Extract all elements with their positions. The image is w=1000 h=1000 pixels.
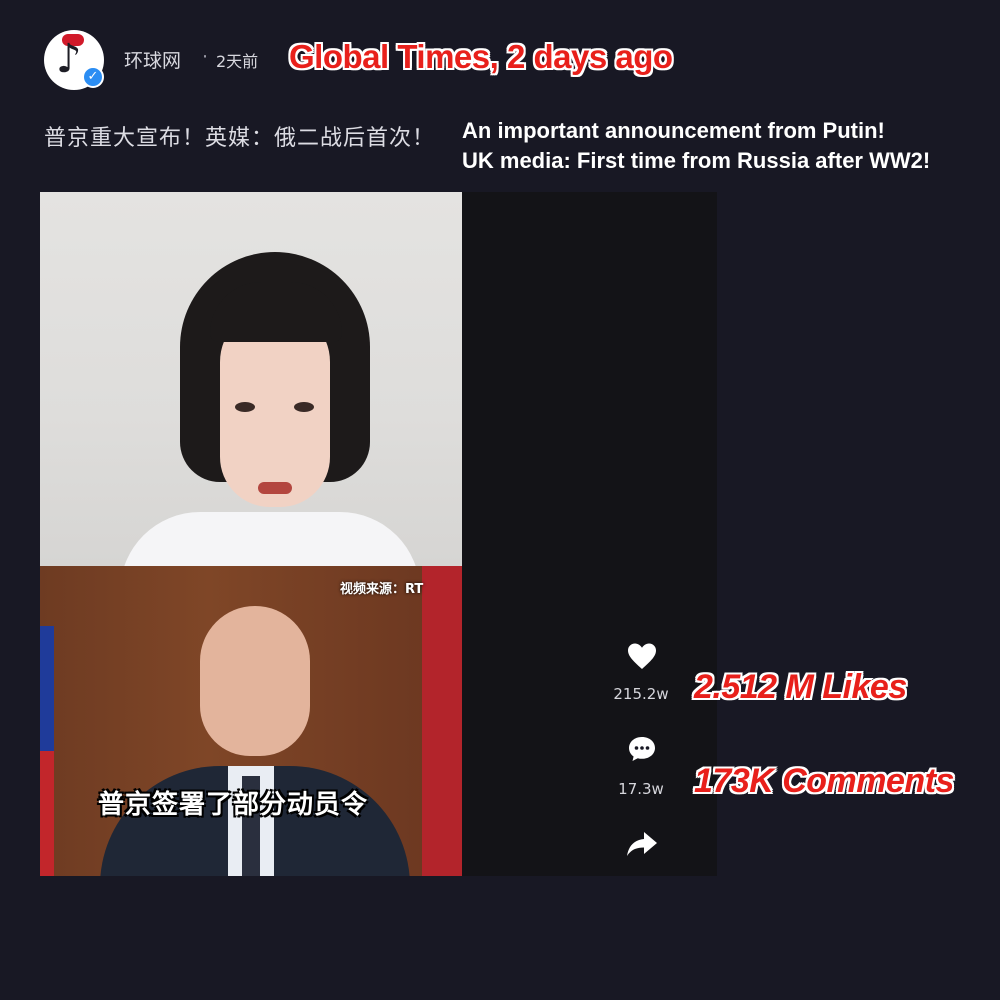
video-frame-speech: 视频来源：RT 普京签署了部分动员令 [40,566,462,876]
translation-caption-comments: 173K Comments [694,762,954,800]
video-subtitle: 普京签署了部分动员令 [98,790,369,820]
post-time: 2天前 [216,52,259,71]
comment-icon [629,737,655,761]
tiktok-note-icon: ♪ [56,36,82,82]
presenter-eye-right [294,402,314,412]
russian-flag-left [40,626,54,876]
title-translation-line-2: UK media: First time from Russia after W… [462,148,931,173]
video-source-label: 视频来源：RT [340,582,424,597]
like-button[interactable] [622,642,662,674]
translation-caption-likes: 2.512 M Likes [694,668,907,706]
post-title-translation: An important announcement from Putin! UK… [462,116,992,176]
presenter-mouth [258,482,292,494]
author-name[interactable]: 环球网 [124,46,181,73]
verified-badge-icon: ✓ [82,66,104,88]
heart-icon [628,643,656,669]
comment-count: 17.3w [618,780,664,798]
separator-dot: · [202,46,209,68]
comment-button[interactable] [622,735,662,767]
title-translation-line-1: An important announcement from Putin! [462,118,885,143]
presenter-collar [120,512,420,566]
russian-flag-right [422,566,462,876]
translation-caption-header: Global Times, 2 days ago [289,38,673,75]
speaker-head [200,606,310,756]
video-frame-presenter [40,192,462,566]
like-count: 215.2w [613,685,669,703]
post-title[interactable]: 普京重大宣布！英媒：俄二战后首次！ [44,120,435,152]
author-avatar[interactable]: ♪ ✓ [44,30,104,90]
share-icon [627,832,657,856]
presenter-eye-left [235,402,255,412]
share-button[interactable] [622,830,662,862]
